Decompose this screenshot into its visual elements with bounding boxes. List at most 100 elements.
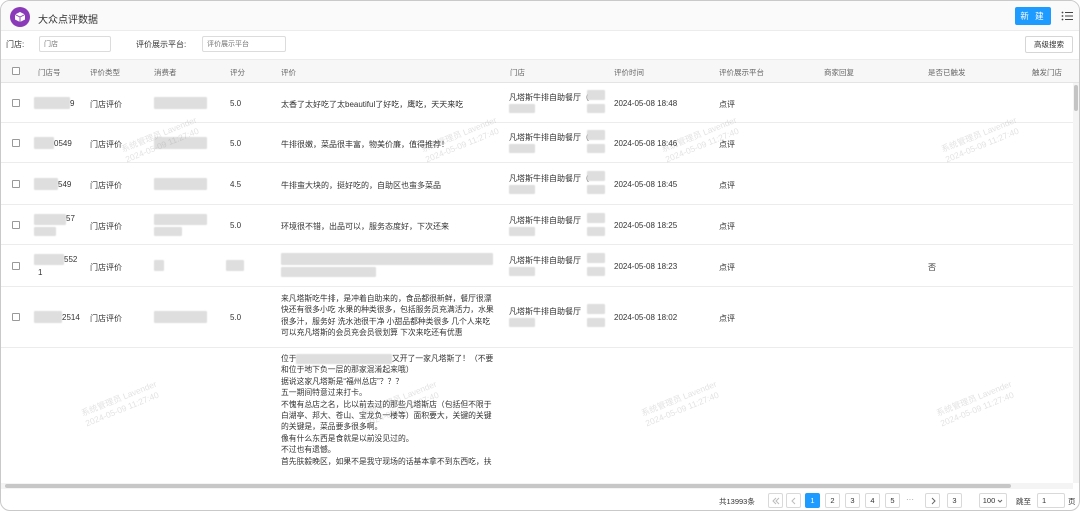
double-chevron-left-icon <box>771 497 779 504</box>
box-logo-icon <box>10 7 30 27</box>
review-time: 2024-05-08 18:46 <box>614 139 678 148</box>
redacted-score <box>226 260 244 271</box>
redacted-store <box>509 267 535 276</box>
redacted-review <box>281 267 376 277</box>
page-ellipsis[interactable]: ··· <box>906 495 914 504</box>
review-type: 门店评价 <box>90 263 122 272</box>
redacted-store-no <box>34 137 54 149</box>
page-button[interactable]: 5 <box>885 493 900 508</box>
page-size-value: 100 <box>982 496 996 505</box>
app-title: 大众点评数据 <box>38 15 98 26</box>
platform: 点评 <box>719 100 735 109</box>
horizontal-scrollbar[interactable] <box>1 483 1073 489</box>
col-review-type[interactable]: 评价类型 <box>90 67 120 78</box>
jump-label: 跳至 <box>1016 497 1031 506</box>
review-text: 环境很不错，出品可以，服务态度好，下次还来 <box>281 222 449 231</box>
page-button[interactable]: 4 <box>865 493 880 508</box>
review-line: 像有什么东西是食就是以前没见过的。 <box>281 433 414 443</box>
row-checkbox[interactable] <box>12 262 20 270</box>
last-page-button[interactable]: 3 <box>947 493 962 508</box>
row-checkbox[interactable] <box>12 180 20 188</box>
platform-filter-input[interactable] <box>202 36 286 52</box>
review-line: 五一期间特意过来打卡。 <box>281 388 367 398</box>
review-line-end: 又开了一家凡塔斯了！（不要 <box>392 354 494 363</box>
store-no: 552 <box>64 255 78 264</box>
chevron-down-icon <box>997 499 1003 503</box>
table-row[interactable]: 2514 门店评价 5.0 来凡塔斯吃牛排，是冲着自助来的，食品都很新鲜，餐厅很… <box>1 287 1073 348</box>
pagination: 共13993条 1 2 3 4 5 ··· 3 100 跳至 1 页 <box>1 493 1079 509</box>
next-page-button[interactable] <box>925 493 940 508</box>
redacted-store <box>587 253 605 263</box>
list-menu-icon[interactable] <box>1061 10 1073 22</box>
row-checkbox[interactable] <box>12 221 20 229</box>
col-score[interactable]: 评分 <box>230 67 245 78</box>
first-page-button[interactable] <box>768 493 783 508</box>
review-time: 2024-05-08 18:23 <box>614 262 678 271</box>
store-no: 57 <box>66 214 75 223</box>
platform: 点评 <box>719 181 735 190</box>
redacted-store <box>587 304 605 314</box>
app-window: 大众点评数据 新 建 门店: 评价展示平台: 高级搜索 门店号 评价类型 消费者… <box>0 0 1080 511</box>
review-text: 牛排蛮大块的，挺好吃的，自助区也蛮多菜品 <box>281 181 441 190</box>
prev-page-button[interactable] <box>786 493 801 508</box>
col-triggered[interactable]: 是否已触发 <box>928 67 966 78</box>
redacted-store <box>587 185 605 194</box>
review-line: 可以充凡塔斯的会员充会员很划算 下次来吃还有优惠 <box>281 328 463 338</box>
horizontal-scroll-thumb[interactable] <box>5 484 1011 488</box>
col-platform[interactable]: 评价展示平台 <box>719 67 764 78</box>
page-unit-label: 页 <box>1068 497 1076 506</box>
review-line-start: 位于 <box>281 354 297 363</box>
store-name: 凡塔斯牛排自助餐厅（ <box>509 133 589 142</box>
new-button[interactable]: 新 建 <box>1015 7 1051 25</box>
col-consumer[interactable]: 消费者 <box>154 67 177 78</box>
review-type: 门店评价 <box>90 140 122 149</box>
table-row[interactable]: 位于 又开了一家凡塔斯了！（不要 和位于地下负一层的那家混淆起来哦） 据说这家凡… <box>1 348 1073 483</box>
review-time: 2024-05-08 18:25 <box>614 221 678 230</box>
table-row[interactable]: 549 门店评价 4.5 牛排蛮大块的，挺好吃的，自助区也蛮多菜品 凡塔斯牛排自… <box>1 163 1073 205</box>
review-line: 快还有很多小吃 水果的种类很多，包括服务员充满活力，水果 <box>281 305 494 315</box>
review-line: 位于 又开了一家凡塔斯了！（不要 <box>281 353 503 364</box>
review-line: 白湖亭、邦大、苍山、宝龙负一楼等）面积要大，关键的关键 <box>281 411 492 421</box>
review-time: 2024-05-08 18:48 <box>614 99 678 108</box>
redacted-store <box>587 213 605 223</box>
page-size-select[interactable]: 100 <box>979 493 1007 508</box>
row-checkbox[interactable] <box>12 139 20 147</box>
store-no: 0549 <box>54 139 72 148</box>
vertical-scrollbar[interactable] <box>1073 83 1079 483</box>
jump-page-input[interactable]: 1 <box>1037 493 1065 508</box>
col-store-no[interactable]: 门店号 <box>38 67 61 78</box>
row-checkbox[interactable] <box>12 99 20 107</box>
redacted-store <box>587 104 605 113</box>
table-row[interactable]: 57 门店评价 5.0 环境很不错，出品可以，服务态度好，下次还来 凡塔斯牛排自… <box>1 205 1073 245</box>
review-type: 门店评价 <box>90 314 122 323</box>
col-review-time[interactable]: 评价时间 <box>614 67 644 78</box>
platform: 点评 <box>719 222 735 231</box>
store-name: 凡塔斯牛排自助餐厅 <box>509 256 581 265</box>
col-store[interactable]: 门店 <box>510 67 525 78</box>
vertical-scroll-thumb[interactable] <box>1074 85 1078 111</box>
table-header: 门店号 评价类型 消费者 评分 评价 门店 评价时间 评价展示平台 商家回复 是… <box>1 59 1079 83</box>
store-filter-label: 门店: <box>6 40 25 49</box>
col-triggered-store[interactable]: 触发门店 <box>1032 67 1062 78</box>
chevron-right-icon <box>931 497 936 504</box>
table-row[interactable]: 0549 门店评价 5.0 牛排很嫩，菜品很丰富，物美价廉，值得推荐！ 凡塔斯牛… <box>1 123 1073 163</box>
redacted-store <box>509 104 535 113</box>
page-button[interactable]: 1 <box>805 493 820 508</box>
redacted-location <box>296 354 392 364</box>
store-filter-input[interactable] <box>39 36 111 52</box>
page-button[interactable]: 3 <box>845 493 860 508</box>
redacted-consumer <box>154 97 207 109</box>
redacted-store <box>587 267 605 276</box>
table-row[interactable]: 552 1 门店评价 凡塔斯牛排自助餐厅 2024-05-08 18:23 点评… <box>1 245 1073 287</box>
score: 5.0 <box>230 221 242 230</box>
table-row[interactable]: 9 门店评价 5.0 太香了太好吃了太beautiful了好吃，鹰吃，天天来吃 … <box>1 83 1073 123</box>
row-checkbox[interactable] <box>12 313 20 321</box>
redacted-store-no <box>34 97 70 109</box>
col-review[interactable]: 评价 <box>281 67 296 78</box>
review-text-multiline: 位于 又开了一家凡塔斯了！（不要 和位于地下负一层的那家混淆起来哦） 据说这家凡… <box>281 353 503 467</box>
page-button[interactable]: 2 <box>825 493 840 508</box>
select-all-checkbox[interactable] <box>12 67 20 75</box>
review-type: 门店评价 <box>90 222 122 231</box>
advanced-search-button[interactable]: 高级搜索 <box>1025 36 1073 53</box>
col-merchant-reply[interactable]: 商家回复 <box>824 67 854 78</box>
